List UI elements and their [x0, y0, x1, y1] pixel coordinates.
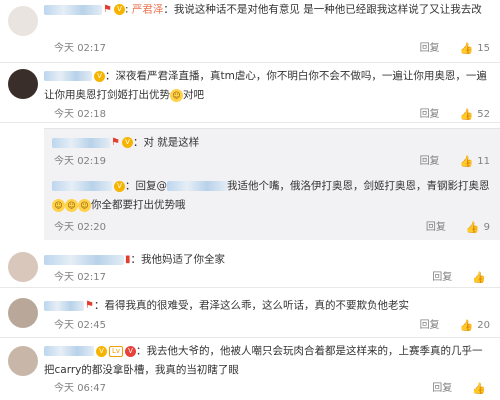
vip-badge-icon: V	[121, 137, 133, 148]
avatar[interactable]	[8, 298, 38, 328]
smile-emoji-icon: ☺	[65, 198, 78, 212]
vip-badge-icon: V	[113, 4, 125, 15]
gold-badge-icon: V	[125, 345, 137, 357]
thumbs-up-icon: 👍	[459, 42, 474, 55]
like-button[interactable]: 👍 15	[460, 42, 490, 56]
reply-button[interactable]: 回复	[420, 155, 440, 169]
red-flag-icon: ⚑	[103, 4, 112, 15]
reply-item: ⚑ V ：对 就是这样	[52, 133, 492, 153]
timestamp: 02:20	[77, 222, 107, 233]
like-button[interactable]: 👍	[472, 382, 490, 396]
thumbs-up-icon: 👍	[459, 108, 474, 121]
reply-button[interactable]: 回复	[420, 108, 440, 122]
comment-meta: 今天 02:17 回复 👍 15	[54, 42, 490, 56]
avatar[interactable]	[8, 69, 38, 99]
comment-item: ▮：我他妈适了你全家 今天 02:17 回复 👍	[0, 244, 500, 288]
smile-emoji-icon: ☺	[170, 88, 183, 102]
username-blurred[interactable]	[52, 181, 112, 191]
vip-badge-icon: V	[114, 180, 125, 192]
reply-text: 对 就是这样	[143, 136, 200, 149]
comment-meta: 今天 02:18 回复 👍 52	[54, 108, 490, 122]
reply-meta: 今天 02:19 回复 👍 11	[54, 155, 490, 169]
reply-button[interactable]: 回复	[420, 319, 440, 333]
smile-emoji-icon: ☺	[78, 198, 91, 212]
mention-link[interactable]	[167, 181, 227, 191]
comment-item: ⚑ V: 严君泽：我说这种话不是对他有意见 是一种他已经跟我这样说了又让我去改 今…	[0, 0, 500, 63]
comment-text: 我说这种话不是对他有意见 是一种他已经跟我这样说了又让我去改	[173, 3, 482, 16]
timestamp: 02:19	[77, 156, 107, 167]
reply-item: V ：回复@ 我适他个嘴，俄洛伊打奥恩，剑姬打奥恩，青钢影打奥恩☺ ☺ ☺ 你全都要打出优…	[52, 177, 492, 215]
comment-meta: 今天 06:47 回复 👍	[54, 382, 490, 396]
username-blurred[interactable]	[44, 71, 92, 81]
vip-badge-icon: V	[96, 345, 107, 357]
like-button[interactable]: 👍 9	[466, 221, 490, 235]
thumbs-up-icon: 👍	[465, 221, 480, 234]
timestamp: 02:45	[77, 320, 107, 331]
thumbs-up-icon: 👍	[459, 155, 474, 168]
comment-text: 看得我真的很难受，君泽这么乖，这么听话，真的不要欺负他老实	[104, 299, 409, 312]
avatar[interactable]	[8, 6, 38, 36]
reply-button[interactable]: 回复	[432, 271, 452, 285]
username-blurred[interactable]	[44, 254, 124, 265]
like-count: 9	[483, 222, 490, 233]
reply-text: 我适他个嘴，俄洛伊打奥恩，剑姬打奥恩，青钢影打奥恩	[227, 180, 490, 192]
comment-item: ⚑：看得我真的很难受，君泽这么乖，这么听话，真的不要欺负他老实 今天 02:45…	[0, 290, 500, 338]
timestamp: 02:17	[77, 272, 107, 283]
reply-button[interactable]: 回复	[426, 221, 446, 235]
comment-feed: ⚑ V: 严君泽：我说这种话不是对他有意见 是一种他已经跟我这样说了又让我去改 今…	[0, 0, 500, 400]
like-button[interactable]: 👍 52	[460, 108, 490, 122]
thumbs-up-icon: 👍	[472, 382, 486, 395]
timestamp: 02:18	[77, 109, 107, 120]
vip-badge-icon: V	[94, 70, 105, 82]
comment-item: V Lv V ：我去他大爷的，他被人嘲只会玩肉合着都是这样来的，上赛季真的几乎一把ca…	[0, 338, 500, 400]
timestamp: 02:17	[77, 43, 107, 54]
username-blurred[interactable]	[44, 300, 84, 311]
avatar[interactable]	[8, 252, 38, 282]
username-blurred[interactable]	[44, 4, 102, 15]
like-button[interactable]: 👍 20	[460, 319, 490, 333]
like-count: 52	[477, 109, 490, 120]
comment-item: V ：深夜看严君泽直播，真tm虐心，你不明白你不会不做吗，一遍让你用奥恩，一遍让你…	[0, 63, 500, 123]
avatar[interactable]	[8, 346, 38, 376]
comment-text: 我他妈适了你全家	[141, 253, 226, 266]
thumbs-up-icon: 👍	[459, 319, 474, 332]
thumbs-up-icon: 👍	[472, 271, 486, 284]
like-count: 20	[477, 320, 490, 331]
reply-button[interactable]: 回复	[432, 382, 452, 396]
like-button[interactable]: 👍 11	[460, 155, 490, 169]
like-button[interactable]: 👍	[472, 271, 490, 285]
timestamp: 06:47	[77, 383, 107, 394]
comment-meta: 今天 02:45 回复 👍 20	[54, 319, 490, 333]
username-blurred[interactable]	[44, 346, 94, 356]
comment-meta: 今天 02:17 回复 👍	[54, 271, 490, 285]
reply-button[interactable]: 回复	[420, 42, 440, 56]
username-blurred[interactable]	[52, 137, 110, 148]
red-flag-icon: ⚑	[111, 137, 120, 148]
like-count: 11	[477, 156, 490, 167]
reply-thread: ⚑ V ：对 就是这样 今天 02:19 回复 👍 11 V ：回复@ 我适他个嘴，俄洛伊…	[44, 128, 500, 240]
like-count: 15	[477, 43, 490, 54]
red-flag-icon: ⚑	[85, 300, 94, 311]
smile-emoji-icon: ☺	[52, 198, 65, 212]
level-badge: Lv	[109, 345, 124, 357]
mention-link[interactable]: 严君泽	[132, 4, 164, 16]
reply-meta: 今天 02:20 回复 👍 9	[54, 221, 490, 235]
